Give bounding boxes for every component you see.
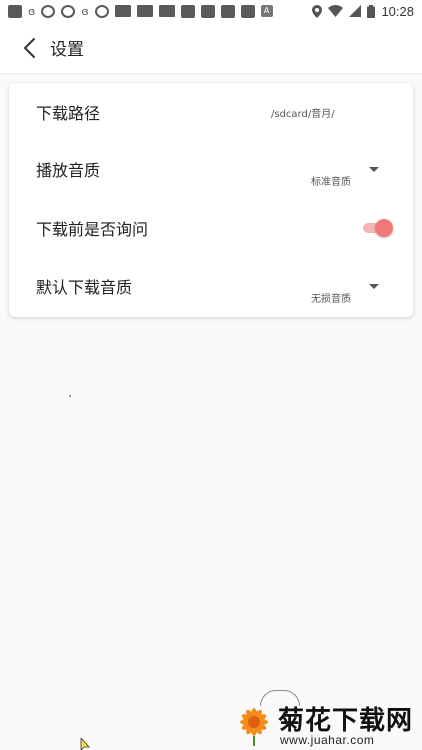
toggle-thumb — [375, 219, 393, 237]
watermark: 菊花下载网 www.juahar.com — [226, 690, 422, 750]
stop-icon — [240, 4, 255, 18]
watermark-url: www.juahar.com — [280, 733, 375, 747]
watermark-title: 菊花下载网 — [278, 706, 414, 736]
signal-icon — [349, 5, 362, 17]
play-quality-value[interactable]: 标准音质 — [311, 173, 351, 188]
location-icon — [312, 4, 323, 18]
news-icon — [114, 5, 131, 17]
camera-icon — [41, 4, 56, 18]
stop-icon — [200, 4, 215, 18]
stray-dot — [69, 395, 71, 397]
cursor-icon — [80, 738, 90, 750]
dropdown-arrow-icon[interactable] — [369, 284, 379, 289]
back-button[interactable] — [14, 33, 44, 63]
news-icon — [136, 5, 153, 17]
app-icon: ɞ — [28, 4, 36, 18]
setting-row-play-quality[interactable]: 播放音质 标准音质 — [9, 140, 413, 198]
stop-icon — [180, 4, 195, 18]
flower-icon — [240, 708, 268, 746]
stop-icon — [220, 4, 235, 18]
news-icon — [158, 5, 175, 17]
default-quality-value[interactable]: 无损音质 — [311, 290, 351, 305]
stop-icon — [8, 4, 22, 18]
page-title: 设置 — [50, 40, 84, 60]
battery-icon — [367, 4, 376, 18]
setting-row-default-download-quality[interactable]: 默认下载音质 无损音质 — [9, 257, 413, 315]
setting-label: 下载前是否询问 — [36, 220, 149, 239]
setting-row-download-path[interactable]: 下载路径 /sdcard/音月/ — [9, 83, 413, 141]
setting-label: 默认下载音质 — [36, 278, 133, 297]
camera-icon — [61, 4, 76, 18]
setting-label: 下载路径 — [36, 104, 101, 123]
app-bar: 设置 — [0, 22, 422, 74]
wifi-icon — [328, 5, 344, 17]
notification-icons: ɞ ɞ A — [8, 4, 273, 18]
app-icon: ɞ — [81, 4, 89, 18]
dropdown-arrow-icon[interactable] — [369, 167, 379, 172]
download-path-value: /sdcard/音月/ — [271, 108, 335, 120]
status-bar: ɞ ɞ A 10:28 — [0, 0, 422, 22]
system-icons: 10:28 — [312, 4, 414, 19]
a-icon: A — [260, 5, 273, 17]
status-time: 10:28 — [381, 3, 414, 19]
chevron-left-icon — [24, 37, 35, 58]
ask-before-download-toggle[interactable] — [361, 219, 393, 237]
camera-icon — [94, 4, 109, 18]
setting-row-ask-before-download[interactable]: 下载前是否询问 — [9, 199, 413, 257]
setting-label: 播放音质 — [36, 161, 101, 180]
settings-card: 下载路径 /sdcard/音月/ 播放音质 标准音质 下载前是否询问 默认下载音… — [9, 83, 413, 317]
